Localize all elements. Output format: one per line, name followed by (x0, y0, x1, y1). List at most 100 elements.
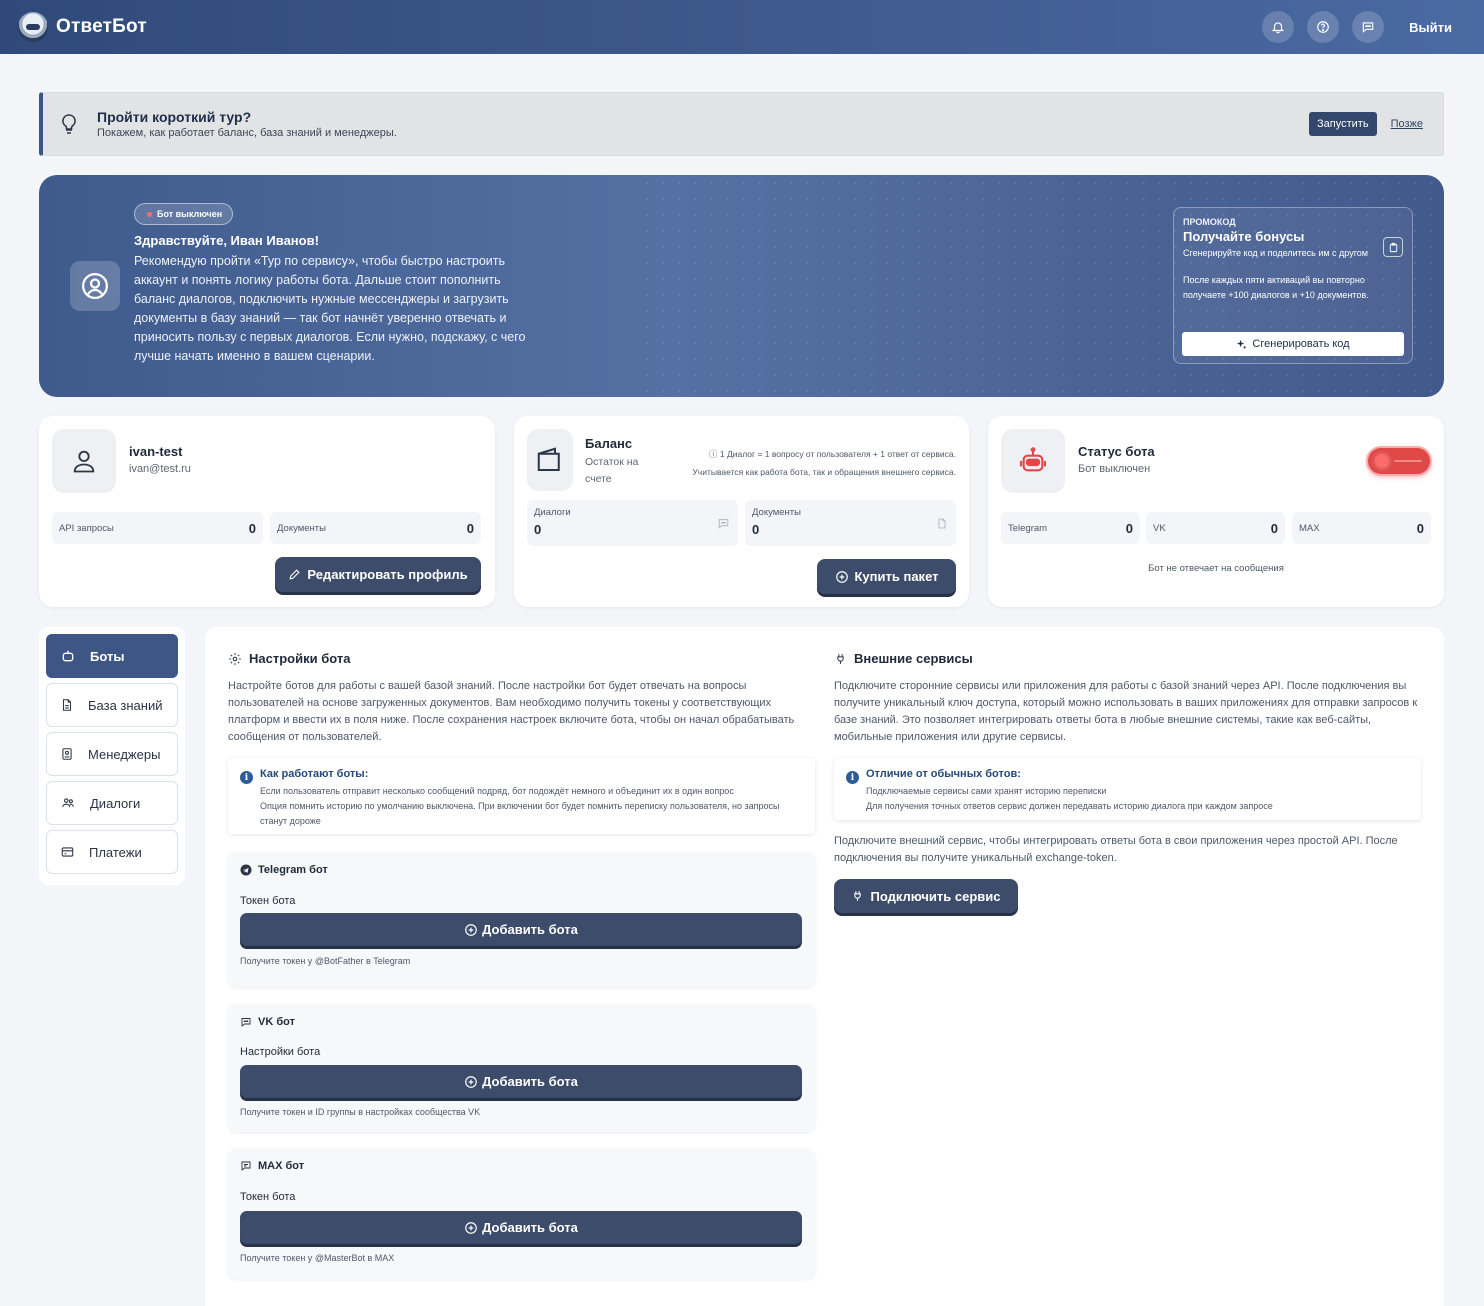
notifications-button[interactable] (1262, 11, 1295, 43)
edit-profile-button[interactable]: Редактировать профиль (275, 557, 481, 592)
profile-icon-tile (52, 429, 116, 493)
bot-enable-toggle[interactable] (1368, 448, 1430, 474)
help-button[interactable] (1307, 11, 1340, 43)
promo-text: Сгенерируйте код и поделитесь им с друго… (1183, 248, 1368, 258)
copy-button[interactable] (1383, 237, 1403, 257)
telegram-label: Telegram (1008, 522, 1048, 534)
balance-documents-label: Документы (752, 507, 801, 518)
external-info-line-2: Для получения точных ответов сервис долж… (866, 801, 1273, 811)
bot-status-note: Бот не отвечает на сообщения (1148, 563, 1284, 574)
greeting-text: Рекомендую пройти «Тур по сервису», чтоб… (134, 254, 526, 363)
bot-settings-description: Настройте ботов для работы с вашей базой… (228, 680, 795, 743)
later-link[interactable]: Позже (1391, 118, 1423, 130)
chat-icon (1362, 22, 1374, 33)
help-icon (1317, 21, 1329, 33)
add-bot-label: Добавить бота (482, 922, 578, 937)
generate-code-button[interactable]: Сгенерировать код (1182, 332, 1404, 356)
info-icon: i (846, 771, 859, 784)
balance-documents-stat: Документы 0 (745, 500, 956, 546)
balance-note-1-text: 1 Диалог = 1 вопросу от пользователя + 1… (719, 449, 956, 459)
tour-subtitle: Покажем, как работает баланс, база знани… (97, 127, 397, 139)
message-icon (241, 1161, 251, 1171)
external-services-title-text: Внешние сервисы (854, 651, 973, 666)
plug-icon (837, 653, 844, 664)
lightbulb-icon (62, 114, 76, 134)
balance-note-1: ⓘ 1 Диалог = 1 вопросу от пользователя +… (709, 448, 956, 460)
bot-status-subtitle: Бот выключен (1078, 463, 1151, 475)
telegram-token-label: Токен бота (240, 895, 296, 907)
external-info-title: Отличие от обычных ботов: (866, 768, 1021, 780)
sidebar-item-label: База знаний (88, 697, 163, 713)
add-telegram-bot-button[interactable]: Добавить бота (240, 913, 802, 946)
robot-logo-icon (18, 12, 48, 42)
clipboard-icon (1389, 242, 1397, 252)
vk-bot-heading: VK бот (240, 1016, 295, 1028)
buy-package-label: Купить пакет (854, 569, 939, 584)
file-icon (938, 518, 946, 529)
users-icon (62, 798, 74, 808)
gear-icon (229, 652, 241, 665)
api-requests-stat: API запросы 0 (52, 512, 263, 544)
vk-value: 0 (1270, 520, 1278, 536)
max-token-label: Токен бота (240, 1191, 296, 1203)
balance-subtitle: Остаток на счете (585, 456, 639, 485)
connect-service-label: Подключить сервис (870, 888, 1001, 904)
bots-info-line-1: Если пользователь отправит несколько соо… (260, 786, 734, 796)
vk-settings-label: Настройки бота (240, 1046, 321, 1058)
add-bot-label: Добавить бота (482, 1074, 578, 1089)
max-bot-name: MAX бот (258, 1160, 305, 1172)
connect-service-button[interactable]: Подключить сервис (834, 879, 1018, 913)
logo[interactable]: ОтветБот (18, 12, 147, 42)
promo-label: ПРОМОКОД (1183, 217, 1236, 227)
card-icon (61, 847, 74, 857)
vk-bot-box: VK бот Настройки бота Добавить бота Полу… (228, 1004, 815, 1132)
robot-icon (1019, 447, 1047, 472)
vk-stat: VK 0 (1146, 512, 1285, 544)
max-value: 0 (1416, 520, 1424, 536)
max-bot-box: MAX бот Токен бота Добавить бота Получит… (228, 1149, 815, 1279)
sidebar-item-label: Менеджеры (88, 746, 161, 762)
logout-button[interactable]: Выйти (1409, 20, 1452, 35)
dialogs-label: Диалоги (534, 507, 571, 518)
top-bar: ОтветБот Выйти (0, 0, 1484, 54)
documents-value: 0 (466, 520, 474, 536)
max-label: MAX (1299, 522, 1320, 534)
chat-button[interactable] (1352, 11, 1385, 43)
bot-icon (62, 650, 74, 662)
vk-hint: Получите токен и ID группы в настройках … (240, 1107, 481, 1117)
toggle-track-line (1394, 460, 1422, 462)
status-icon-tile (1001, 429, 1065, 493)
info-circle-icon: ⓘ (709, 449, 720, 459)
bots-info-title: Как работают боты: (260, 768, 369, 780)
wallet-icon (537, 447, 560, 471)
buy-package-button[interactable]: Купить пакет (817, 559, 956, 594)
telegram-bot-box: Telegram бот Токен бота Добавить бота По… (228, 852, 815, 987)
sidebar-item-managers[interactable]: Менеджеры (46, 732, 178, 776)
dialogs-value: 0 (534, 522, 542, 537)
add-vk-bot-button[interactable]: Добавить бота (240, 1065, 802, 1098)
user-avatar (70, 261, 120, 311)
document-icon (62, 699, 72, 711)
promo-card: ПРОМОКОД Получайте бонусы Сгенерируйте к… (1173, 207, 1413, 364)
welcome-hero: Бот выключен Здравствуйте, Иван Иванов! … (39, 175, 1444, 397)
brand-name: ОтветБот (56, 16, 147, 37)
generate-code-label: Сгенерировать код (1252, 338, 1350, 350)
sidebar-item-label: Боты (90, 648, 125, 664)
external-info-box: i Отличие от обычных ботов: Подключаемые… (834, 758, 1421, 820)
sidebar-item-knowledge-base[interactable]: База знаний (46, 683, 178, 727)
plus-circle-icon (465, 1075, 477, 1088)
add-max-bot-button[interactable]: Добавить бота (240, 1211, 802, 1244)
sidebar-item-payments[interactable]: Платежи (46, 830, 178, 874)
status-badge-label: Бот выключен (157, 209, 223, 219)
badge-icon (62, 748, 72, 760)
sidebar-item-dialogs[interactable]: Диалоги (46, 781, 178, 825)
sidebar-item-bots[interactable]: Боты (46, 634, 178, 678)
chat-bubble-icon (718, 519, 729, 529)
bell-icon (1272, 22, 1285, 34)
max-bot-heading: MAX бот (240, 1160, 304, 1172)
documents-label: Документы (277, 522, 326, 534)
start-tour-button[interactable]: Запустить (1309, 112, 1377, 136)
bot-status-title: Статус бота (1078, 444, 1155, 459)
user-circle-icon (82, 273, 108, 299)
balance-note-2: Учитывается как работа бота, так и обращ… (692, 467, 956, 477)
